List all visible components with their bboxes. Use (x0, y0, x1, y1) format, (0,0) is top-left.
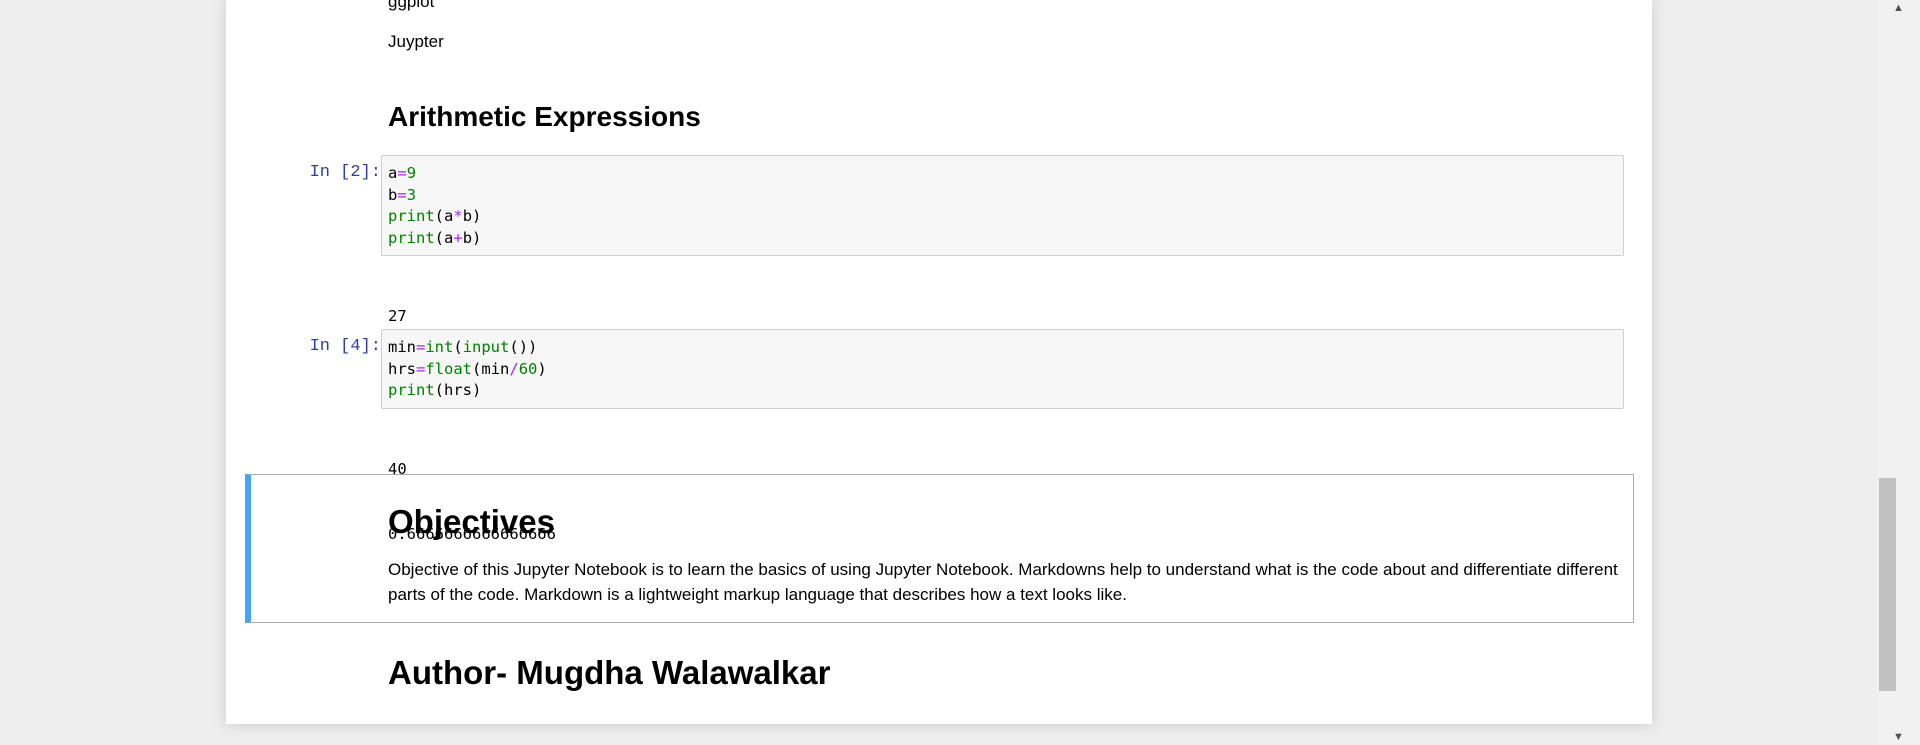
code-line: print(hrs) (388, 381, 482, 399)
markdown-list-item: Juypter (388, 32, 444, 51)
notebook-container: ggplot Juypter Arithmetic Expressions In… (226, 0, 1652, 724)
scroll-down-arrow-icon[interactable]: ▼ (1877, 729, 1920, 745)
code-line: b=3 (388, 185, 417, 204)
code-line: a=9 (388, 164, 417, 182)
scroll-up-arrow-icon[interactable]: ▲ (1877, 0, 1920, 16)
code-line: print(a+b) (388, 228, 482, 247)
code-line: min=int(input()) (388, 338, 538, 356)
output-line: 27 (388, 307, 407, 325)
code-cell-input[interactable]: a=9 b=3 print(a*b) print(a+b) (381, 155, 1624, 256)
objectives-heading: Objectives (388, 503, 555, 540)
markdown-list-item: ggplot (388, 0, 435, 11)
scrollbar-thumb[interactable] (1879, 478, 1896, 691)
author-heading: Author- Mugdha Walawalkar (388, 654, 831, 691)
input-prompt: In [2]: (309, 163, 381, 182)
objectives-text: Objective of this Jupyter Notebook is to… (388, 560, 1618, 604)
code-line: print(a*b) (388, 207, 482, 225)
vertical-scrollbar[interactable]: ▲ ▼ (1877, 0, 1920, 745)
input-prompt: In [4]: (309, 337, 381, 356)
code-line: hrs=float(min/60) (388, 359, 547, 378)
code-cell-input[interactable]: min=int(input()) hrs=float(min/60) print… (381, 329, 1624, 409)
section-heading: Arithmetic Expressions (388, 101, 701, 132)
